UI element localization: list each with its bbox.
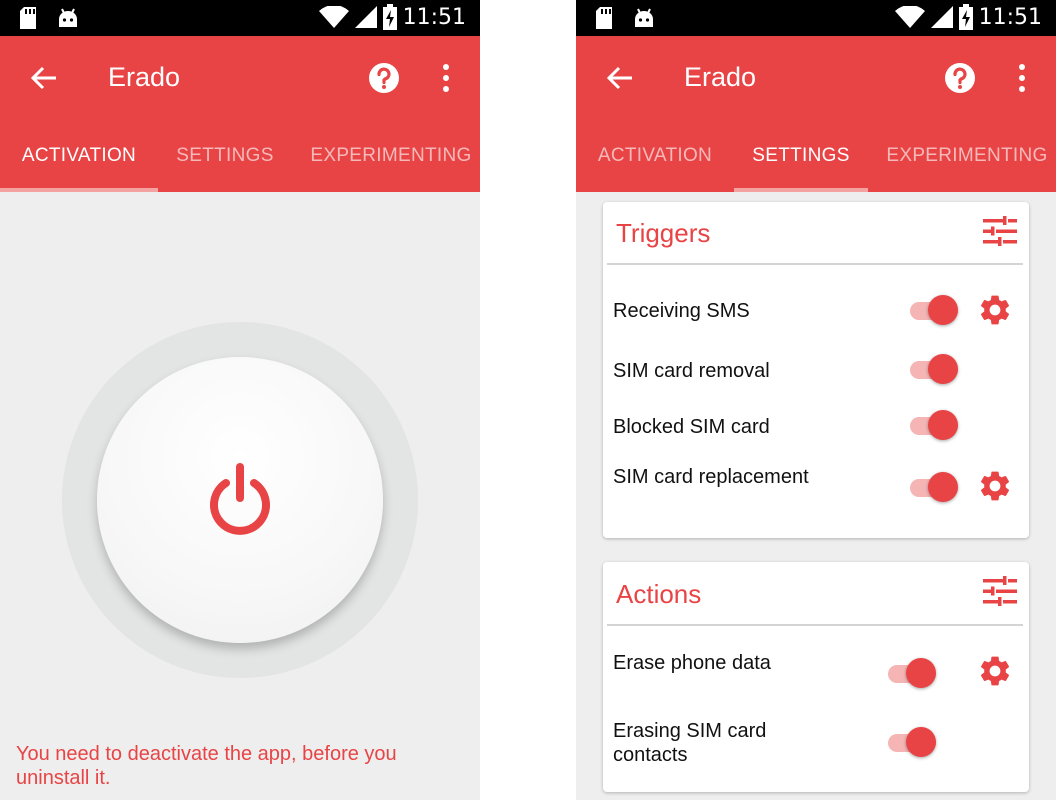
signal-icon: [354, 6, 377, 28]
tab-settings[interactable]: SETTINGS: [158, 120, 292, 192]
back-arrow-icon: [30, 66, 56, 90]
activation-screen: 11:51 Erado ACTIVATION SETTINGS EXPERIME…: [0, 0, 480, 800]
trigger-label-receiving-sms: Receiving SMS: [613, 300, 750, 322]
power-icon: [210, 463, 270, 535]
trigger-switch-sim-replacement[interactable]: [908, 470, 962, 504]
tab-settings[interactable]: SETTINGS: [734, 120, 868, 192]
gear-icon[interactable]: [977, 292, 1013, 328]
tune-icon[interactable]: [983, 216, 1017, 246]
power-button[interactable]: [97, 357, 383, 643]
actions-card: Actions Erase phone data Erasing SIM car…: [603, 562, 1029, 792]
action-label-erase-sim-contacts: Erasing SIM card contacts: [613, 720, 767, 766]
trigger-switch-blocked-sim[interactable]: [908, 408, 962, 442]
tab-activation[interactable]: ACTIVATION: [576, 120, 734, 192]
action-switch-erase-phone[interactable]: [886, 656, 940, 690]
status-time: 11:51: [402, 4, 466, 30]
tab-experimenting[interactable]: EXPERIMENTING: [296, 120, 480, 192]
app-title: Erado: [108, 62, 181, 92]
gear-icon[interactable]: [977, 653, 1013, 689]
back-button[interactable]: [600, 58, 640, 98]
status-bar: 11:51: [576, 0, 1056, 36]
trigger-label-blocked-sim: Blocked SIM card: [613, 416, 770, 438]
action-label-erase-phone: Erase phone data: [613, 652, 771, 674]
card-divider: [607, 263, 1023, 265]
app-bar: Erado: [576, 36, 1056, 120]
actions-title: Actions: [616, 579, 702, 609]
battery-charging-icon: [958, 4, 973, 30]
status-bar: 11:51: [0, 0, 480, 36]
help-icon[interactable]: [368, 62, 400, 94]
trigger-label-sim-replacement: SIM card replacement: [613, 466, 809, 488]
battery-charging-icon: [382, 4, 397, 30]
tab-experimenting[interactable]: EXPERIMENTING: [872, 120, 1056, 192]
more-vert-icon[interactable]: [436, 62, 456, 94]
android-icon: [59, 8, 77, 27]
app-bar: Erado: [0, 36, 480, 120]
app-title: Erado: [684, 62, 757, 92]
tab-indicator: [734, 188, 868, 192]
tab-activation[interactable]: ACTIVATION: [0, 120, 158, 192]
action-switch-erase-sim-contacts[interactable]: [886, 725, 940, 759]
tab-bar: ACTIVATION SETTINGS EXPERIMENTING: [576, 120, 1056, 192]
sd-card-icon: [20, 7, 36, 29]
back-arrow-icon: [606, 66, 632, 90]
tab-indicator: [0, 188, 158, 192]
trigger-label-sim-removal: SIM card removal: [613, 360, 770, 382]
signal-icon: [930, 6, 953, 28]
back-button[interactable]: [24, 58, 64, 98]
android-icon: [635, 8, 653, 27]
deactivate-warning: You need to deactivate the app, before y…: [16, 743, 397, 789]
card-divider: [607, 624, 1023, 626]
more-vert-icon[interactable]: [1012, 62, 1032, 94]
triggers-title: Triggers: [616, 218, 711, 248]
help-icon[interactable]: [944, 62, 976, 94]
sd-card-icon: [596, 7, 612, 29]
triggers-card: Triggers Receiving SMS SIM card removal …: [603, 202, 1029, 538]
settings-screen: 11:51 Erado ACTIVATION SETTINGS EXPERIME…: [576, 0, 1056, 800]
tab-bar: ACTIVATION SETTINGS EXPERIMENTING: [0, 120, 480, 192]
tune-icon[interactable]: [983, 576, 1017, 606]
gear-icon[interactable]: [977, 468, 1013, 504]
trigger-switch-sim-removal[interactable]: [908, 352, 962, 386]
trigger-switch-receiving-sms[interactable]: [908, 293, 962, 327]
wifi-icon: [894, 6, 925, 28]
wifi-icon: [318, 6, 349, 28]
status-time: 11:51: [978, 4, 1042, 30]
